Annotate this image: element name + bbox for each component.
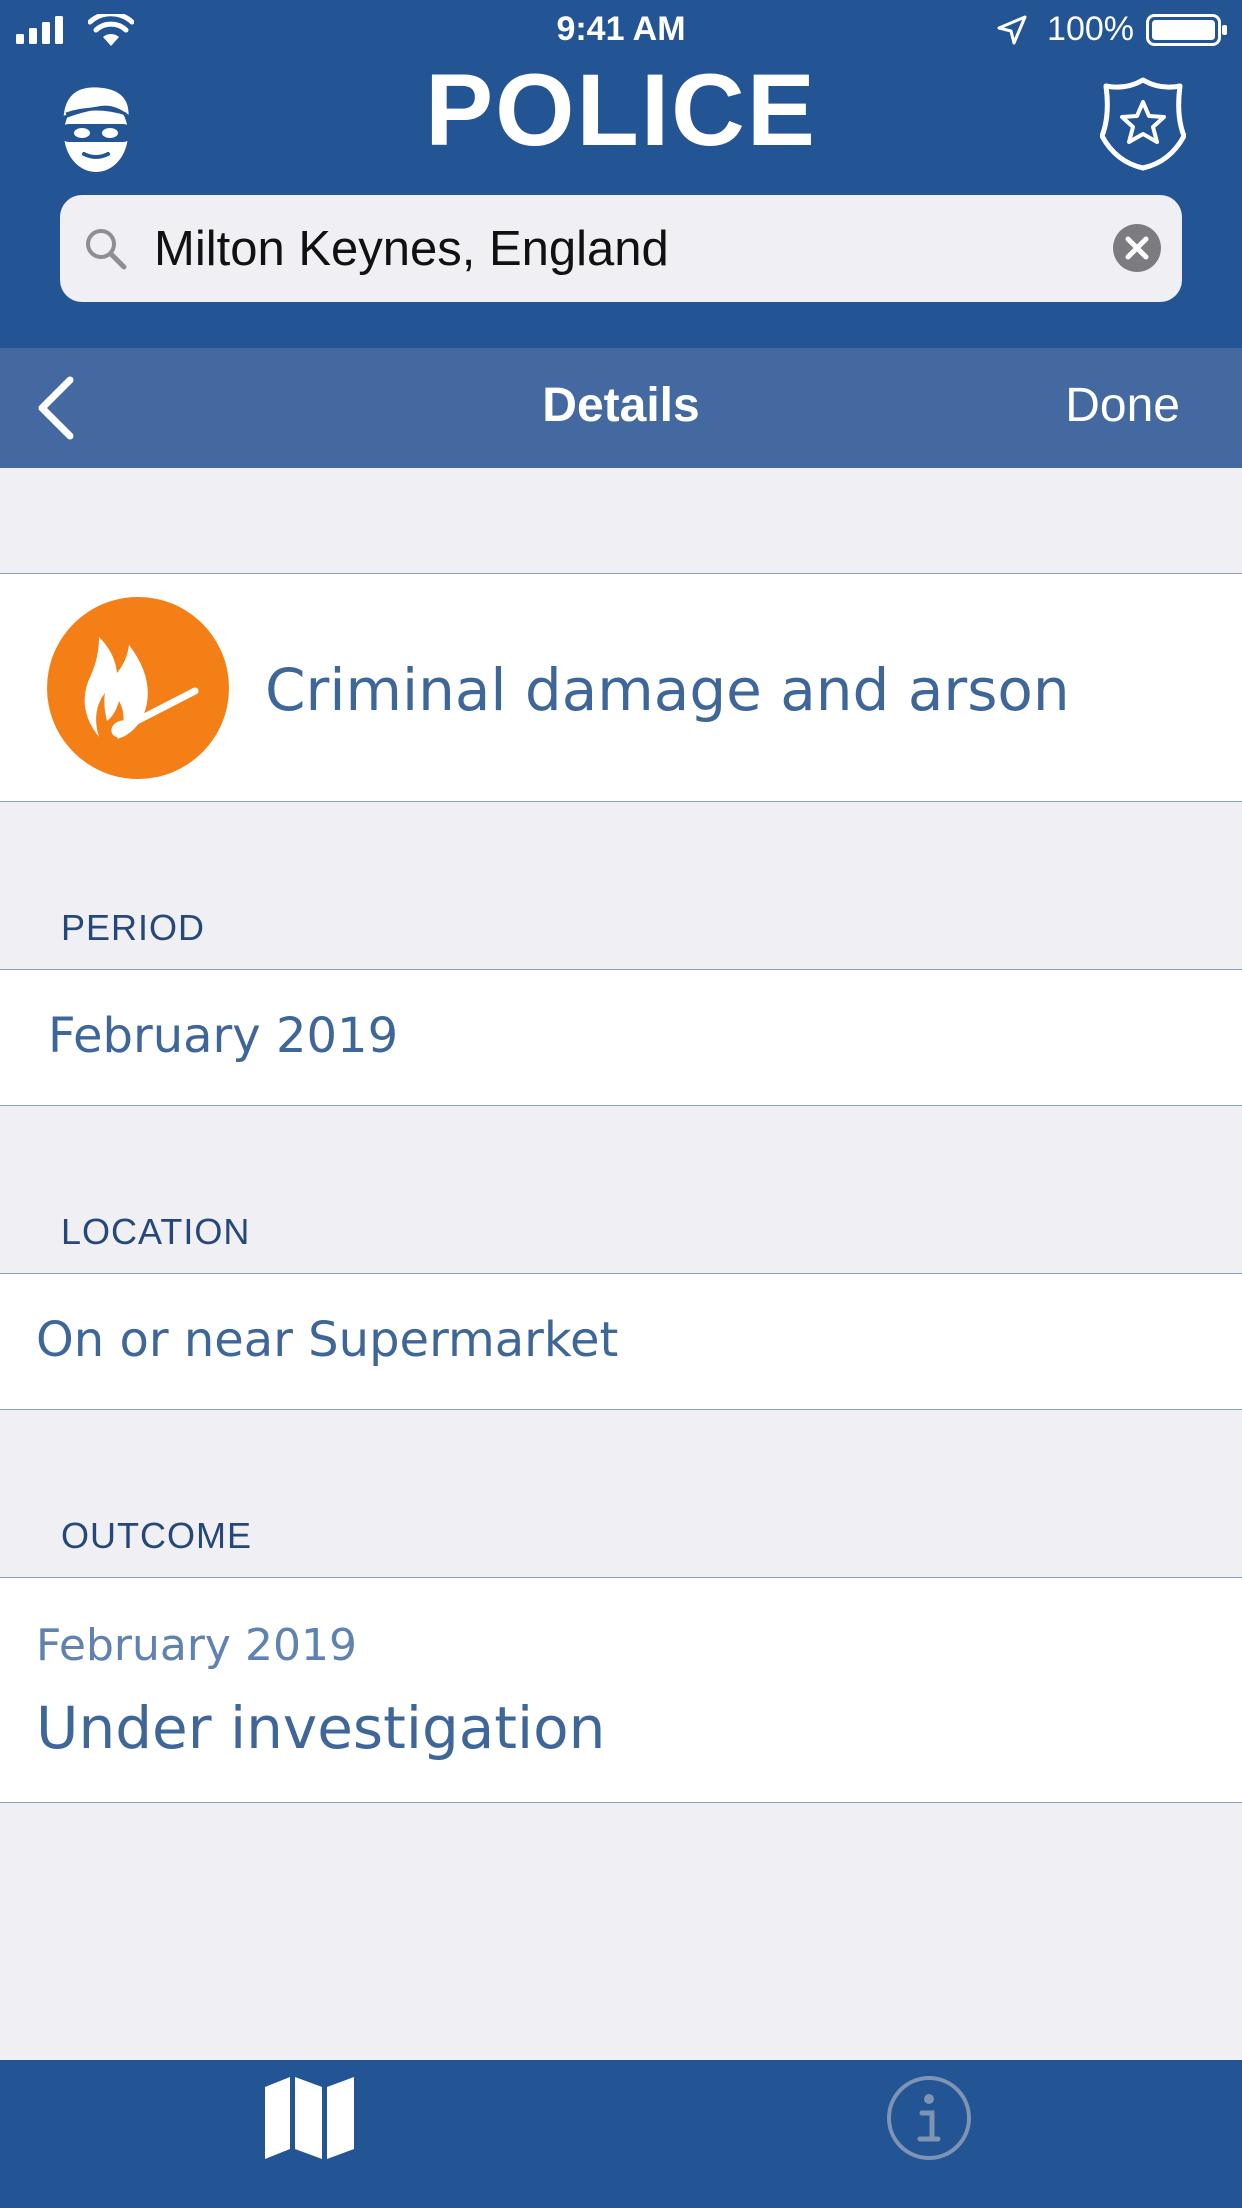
outcome-date: February 2019 xyxy=(36,1620,357,1671)
location-section-header: LOCATION xyxy=(61,1211,251,1252)
battery-percentage: 100% xyxy=(1047,10,1134,48)
app-header: 9:41 AM 100% POLICE xyxy=(0,0,1242,348)
status-bar: 9:41 AM 100% xyxy=(0,0,1242,60)
nav-title: Details xyxy=(542,379,700,432)
app-title: POLICE xyxy=(425,53,817,167)
search-icon xyxy=(86,229,127,270)
info-icon[interactable] xyxy=(886,2075,972,2161)
police-badge-button[interactable] xyxy=(1099,76,1187,172)
done-button[interactable]: Done xyxy=(1065,378,1180,433)
search-bar[interactable] xyxy=(60,195,1182,302)
crime-category-cell: Criminal damage and arson xyxy=(0,573,1242,802)
outcome-cell: February 2019 Under investigation xyxy=(0,1577,1242,1803)
map-icon[interactable] xyxy=(262,2075,357,2160)
period-section-header: PERIOD xyxy=(61,907,206,948)
police-badge-icon xyxy=(1099,77,1187,171)
outcome-status: Under investigation xyxy=(36,1694,606,1762)
location-value: On or near Supermarket xyxy=(36,1312,619,1368)
crime-category-label: Criminal damage and arson xyxy=(265,656,1070,724)
navigation-bar: Details Done xyxy=(0,348,1242,468)
tab-bar xyxy=(0,2060,1242,2208)
burning-match-icon xyxy=(47,597,229,779)
location-cell: On or near Supermarket xyxy=(0,1273,1242,1410)
search-input[interactable] xyxy=(152,213,1056,285)
period-value: February 2019 xyxy=(48,1008,399,1064)
clear-icon[interactable] xyxy=(1112,223,1162,273)
battery-icon xyxy=(1146,14,1227,46)
period-cell: February 2019 xyxy=(0,969,1242,1106)
location-arrow-icon xyxy=(997,15,1027,45)
outcome-section-header: OUTCOME xyxy=(61,1515,252,1556)
